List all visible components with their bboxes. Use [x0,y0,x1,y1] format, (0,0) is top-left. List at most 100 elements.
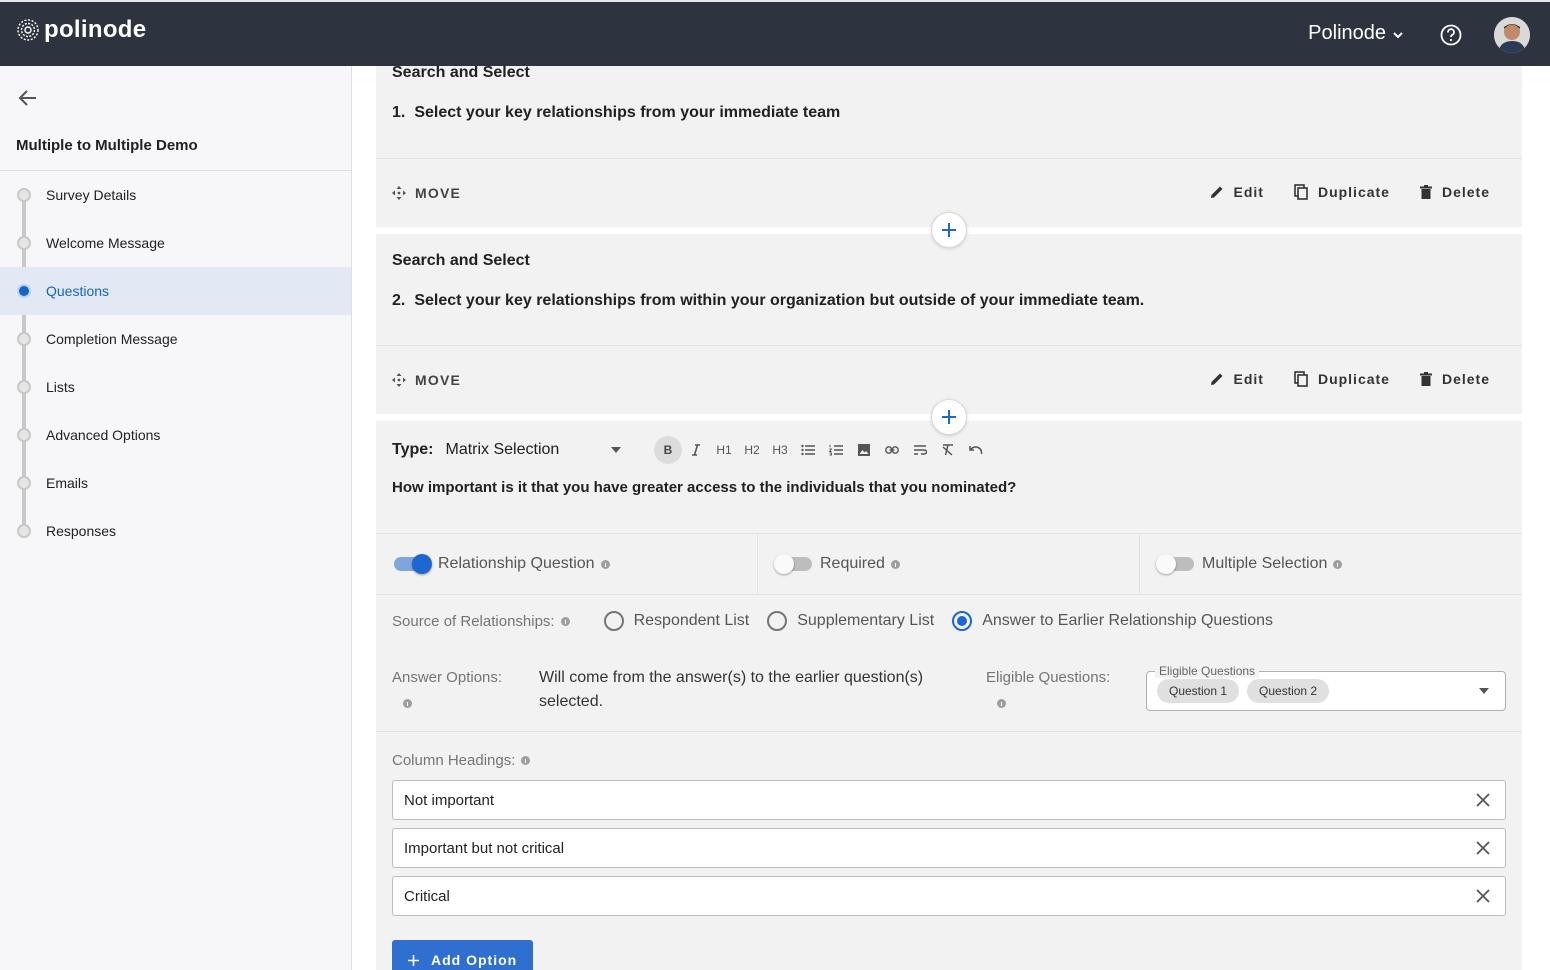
sidebar-item-survey-details[interactable]: Survey Details [0,171,351,219]
back-button[interactable] [17,88,39,113]
edit-button[interactable]: Edit [1210,184,1264,200]
numbered-list-button[interactable] [822,436,850,464]
question-settings-row: Relationship Question Required Multiple … [376,533,1522,595]
sidebar-item-label: Welcome Message [46,235,165,251]
heading1-button[interactable]: H1 [710,436,738,464]
brand-logo[interactable]: polinode [16,16,146,44]
info-icon[interactable] [890,559,900,569]
rich-text-toolbar: B H1 H2 H3 [654,436,990,464]
step-dot [17,236,31,250]
relationship-question-toggle[interactable] [394,554,432,574]
sidebar-item-responses[interactable]: Responses [0,507,351,555]
info-icon[interactable] [997,699,1006,708]
question-title: Select your key relationships from withi… [414,292,1145,309]
move-handle[interactable]: MOVE [392,372,461,388]
bold-button[interactable]: B [654,436,682,464]
insert-question-button[interactable] [931,399,967,435]
polinode-logo-icon [17,19,39,41]
numbered-list-icon [829,444,843,456]
radio-circle [603,611,624,631]
org-switcher[interactable]: Polinode [1308,22,1404,45]
required-toggle[interactable] [774,554,814,574]
sidebar-item-welcome-message[interactable]: Welcome Message [0,219,351,267]
user-avatar[interactable] [1494,17,1530,53]
radio-label: Respondent List [633,612,750,629]
info-icon[interactable] [560,616,570,626]
step-dot [17,188,31,202]
delete-button[interactable]: Delete [1419,371,1490,387]
question-title: Select your key relationships from your … [414,104,841,121]
text-wrap-button[interactable] [906,436,934,464]
insert-link-button[interactable] [878,436,906,464]
info-icon[interactable] [403,699,412,708]
clear-format-button[interactable] [934,436,962,464]
question-card-2: Search and Select 2. Select your key rela… [376,234,1522,414]
answer-options-label: Answer Options: [392,669,503,686]
info-icon[interactable] [600,559,610,569]
sidebar-item-lists[interactable]: Lists [0,363,351,411]
toggle-label-text: Required [820,555,885,572]
italic-button[interactable] [682,436,710,464]
toggle-knob [774,554,794,574]
insert-image-button[interactable] [850,436,878,464]
sidebar-item-emails[interactable]: Emails [0,459,351,507]
toggle-knob [1156,554,1176,574]
bullet-list-button[interactable] [794,436,822,464]
main-content: Search and Select 1. Select your key rela… [352,66,1550,970]
radio-earlier-relationship-questions[interactable]: Answer to Earlier Relationship Questions [952,611,1273,631]
edit-label: Edit [1233,371,1264,387]
undo-button[interactable] [962,436,990,464]
step-dot [17,524,31,538]
info-icon[interactable] [521,756,531,765]
delete-button[interactable]: Delete [1419,184,1490,200]
question-text-editor[interactable]: How important is it that you have greate… [392,479,1016,496]
eligible-questions-label: Eligible Questions: [986,669,1111,686]
clear-format-icon [942,444,953,456]
question-type: Search and Select [392,66,530,81]
survey-title: Multiple to Multiple Demo [16,137,198,154]
org-name: Polinode [1308,22,1386,44]
move-icon [392,373,406,387]
sidebar-item-label: Completion Message [46,331,178,347]
close-icon[interactable] [1475,792,1491,808]
multiple-selection-toggle[interactable] [1156,554,1196,574]
required-cell: Required [758,534,1140,594]
question-number: 2. [392,292,406,309]
relationship-question-cell: Relationship Question [376,534,758,594]
type-label: Type: [392,441,434,458]
move-icon [392,186,406,200]
insert-question-button[interactable] [931,212,967,248]
help-icon [1440,24,1462,46]
pencil-icon [1210,186,1222,198]
edit-button[interactable]: Edit [1210,371,1264,387]
heading2-button[interactable]: H2 [738,436,766,464]
radio-supplementary-list[interactable]: Supplementary List [767,611,934,631]
step-dot [17,332,31,346]
column-heading-option[interactable]: Critical [392,876,1506,916]
plus-icon [942,223,956,237]
radio-respondent-list[interactable]: Respondent List [603,611,750,631]
chip-question-1[interactable]: Question 1 [1157,679,1240,703]
close-icon[interactable] [1475,888,1491,904]
duplicate-button[interactable]: Duplicate [1294,371,1390,387]
help-button[interactable] [1440,24,1462,51]
relationship-question-label: Relationship Question [438,555,610,573]
eligible-questions-select[interactable]: Eligible Questions Question 1 Question 2 [1146,664,1506,711]
move-label: MOVE [415,185,462,201]
question-type-select[interactable]: Matrix Selection [445,441,622,459]
column-heading-option[interactable]: Important but not critical [392,828,1506,868]
close-icon[interactable] [1475,840,1491,856]
heading3-button[interactable]: H3 [766,436,794,464]
h2-icon: H2 [744,443,760,457]
sidebar-item-advanced-options[interactable]: Advanced Options [0,411,351,459]
radio-circle [952,611,973,631]
add-option-button[interactable]: Add Option [392,940,534,970]
info-icon[interactable] [1333,559,1343,569]
column-headings-label: Column Headings: [392,752,531,769]
move-handle[interactable]: MOVE [392,185,461,201]
sidebar-item-questions[interactable]: Questions [0,267,351,315]
column-heading-option[interactable]: Not important [392,780,1506,820]
chip-question-2[interactable]: Question 2 [1247,679,1330,703]
sidebar-item-completion-message[interactable]: Completion Message [0,315,351,363]
duplicate-button[interactable]: Duplicate [1294,184,1390,200]
